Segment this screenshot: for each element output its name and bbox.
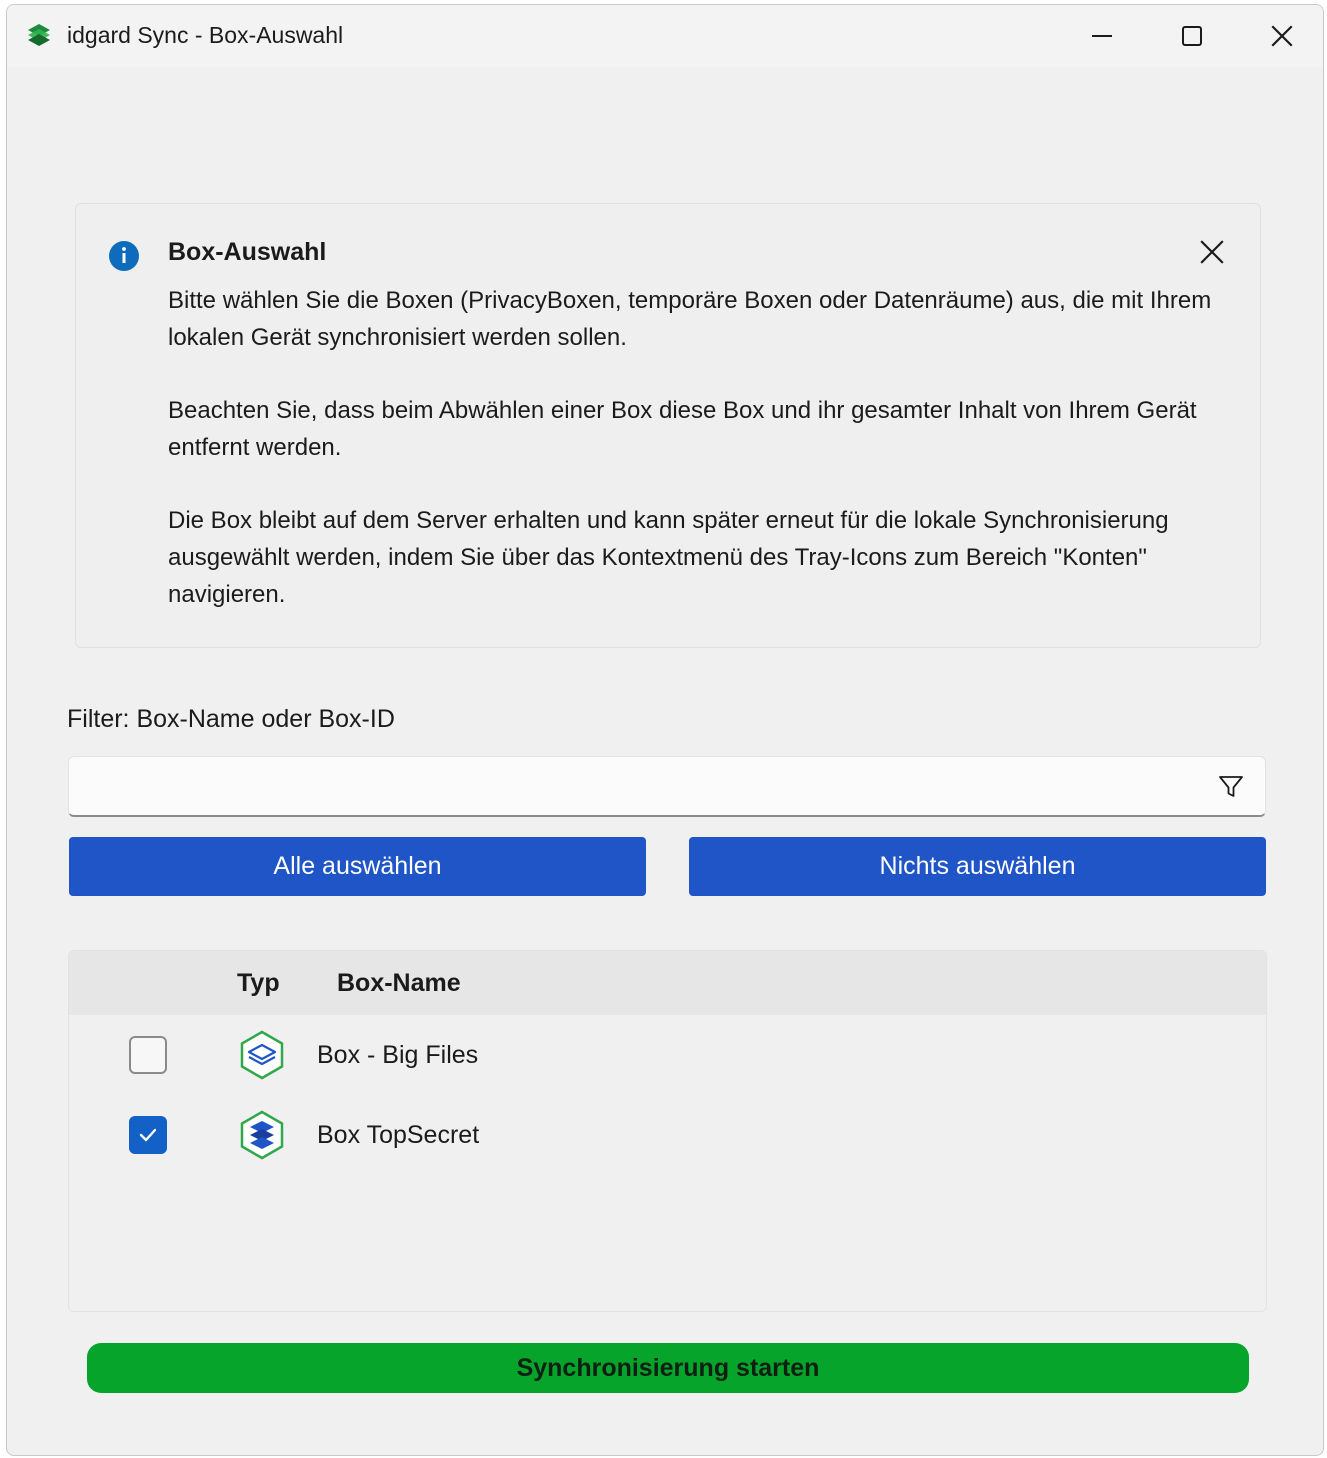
- window-title: idgard Sync - Box-Auswahl: [67, 22, 344, 48]
- title-bar[interactable]: idgard Sync - Box-Auswahl: [7, 5, 1323, 67]
- filter-input[interactable]: [69, 757, 1199, 815]
- column-header-box-name[interactable]: Box-Name: [337, 969, 461, 998]
- select-none-button[interactable]: Nichts auswählen: [689, 837, 1266, 896]
- close-icon: [1271, 25, 1293, 47]
- info-icon: [109, 241, 139, 271]
- box-stack-icon: [240, 1110, 284, 1160]
- info-title: Box-Auswahl: [168, 238, 327, 266]
- box-name: Box TopSecret: [317, 1121, 480, 1149]
- close-icon: [1200, 240, 1224, 264]
- info-message: Bitte wählen Sie die Boxen (PrivacyBoxen…: [168, 282, 1218, 649]
- info-paragraph: Beachten Sie, dass beim Abwählen einer B…: [168, 397, 1197, 461]
- info-paragraph: Bitte wählen Sie die Boxen (PrivacyBoxen…: [168, 287, 1212, 351]
- table-row[interactable]: Box - Big Files: [69, 1015, 1266, 1095]
- row-checkbox[interactable]: [129, 1036, 167, 1074]
- box-outline-icon: [240, 1030, 284, 1080]
- column-header-type[interactable]: Typ: [237, 969, 280, 998]
- app-window: idgard Sync - Box-Auswahl Box-Auswahl Bi…: [6, 4, 1324, 1456]
- info-close-button[interactable]: [1194, 234, 1230, 270]
- idgard-layers-icon: [28, 24, 50, 46]
- start-sync-button[interactable]: Synchronisierung starten: [87, 1343, 1249, 1393]
- maximize-icon: [1182, 26, 1202, 46]
- table-row[interactable]: Box TopSecret: [69, 1095, 1266, 1175]
- box-name: Box - Big Files: [317, 1041, 479, 1069]
- info-panel: Box-Auswahl Bitte wählen Sie die Boxen (…: [75, 203, 1261, 648]
- minimize-button[interactable]: [1057, 5, 1147, 67]
- table-header: Typ Box-Name: [69, 951, 1266, 1015]
- filter-icon[interactable]: [1217, 773, 1245, 801]
- row-checkbox[interactable]: [129, 1116, 167, 1154]
- info-paragraph: Die Box bleibt auf dem Server erhalten u…: [168, 507, 1169, 608]
- checkmark-icon: [139, 1128, 157, 1142]
- filter-field[interactable]: [68, 756, 1266, 817]
- box-table: Typ Box-Name Box - Big Files Box TopSecr…: [68, 950, 1267, 1312]
- close-window-button[interactable]: [1237, 5, 1323, 67]
- select-all-button[interactable]: Alle auswählen: [69, 837, 646, 896]
- filter-label: Filter: Box-Name oder Box-ID: [67, 705, 395, 733]
- maximize-button[interactable]: [1147, 5, 1237, 67]
- minimize-icon: [1092, 35, 1112, 37]
